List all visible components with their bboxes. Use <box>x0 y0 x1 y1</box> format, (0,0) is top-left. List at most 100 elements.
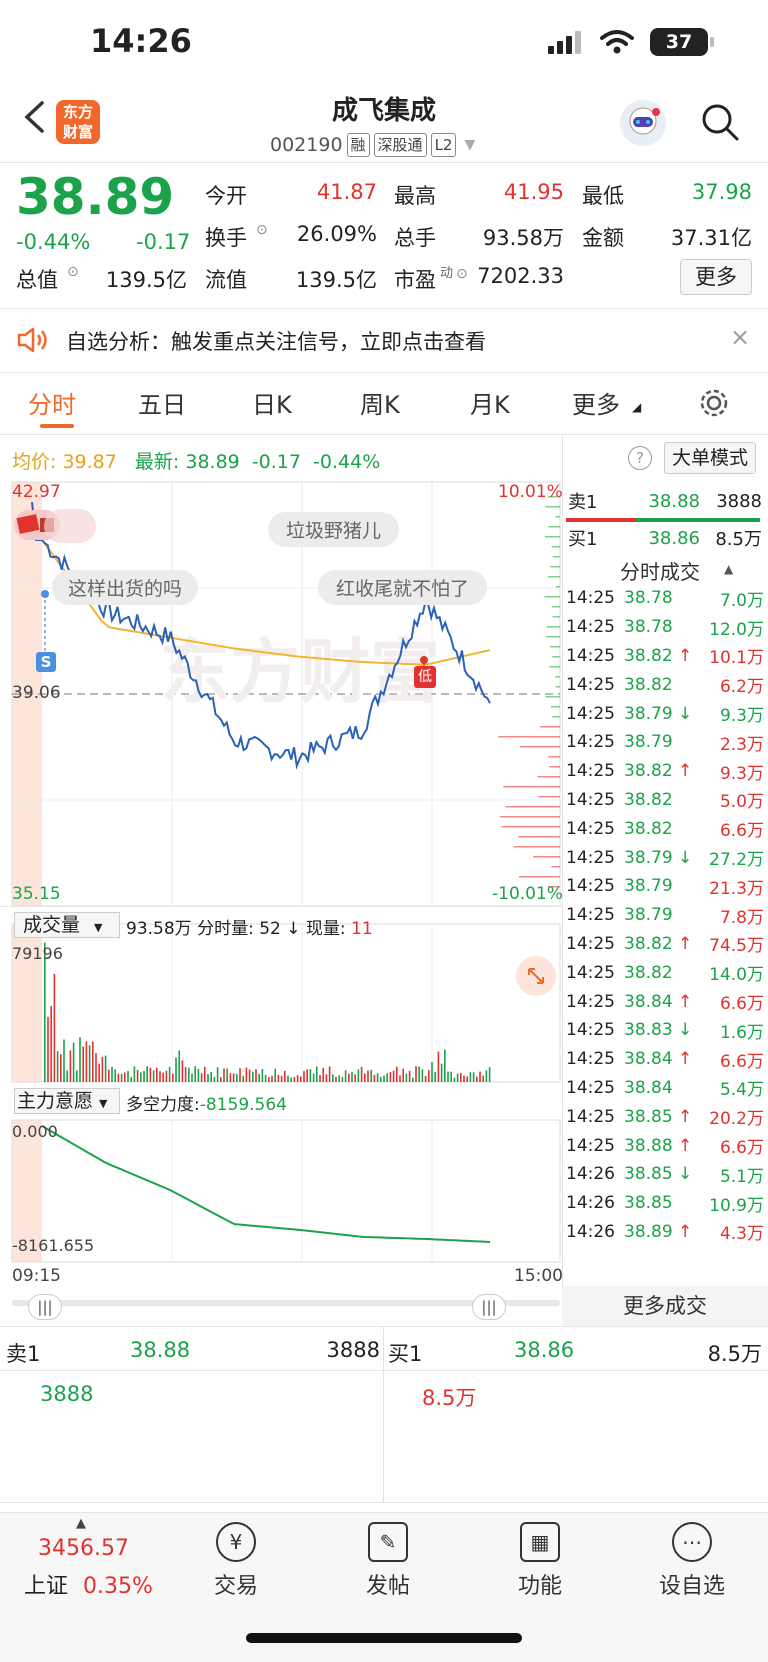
more-quote-button[interactable]: 更多 <box>680 259 752 295</box>
depth-bar <box>552 716 560 718</box>
comment-bubble[interactable]: 垃圾野猪儿 <box>268 512 400 547</box>
open-value: 41.87 <box>316 180 377 204</box>
index-row[interactable]: 上证 0.35% <box>24 1568 153 1600</box>
trade-price: 38.82 <box>624 761 673 782</box>
expand-icon[interactable] <box>516 956 556 996</box>
tab-daily-k[interactable]: 日K <box>252 385 292 420</box>
volume-bar <box>434 1071 436 1082</box>
volume-bar <box>136 1069 139 1082</box>
volume-bar <box>376 1073 379 1082</box>
index-value[interactable]: 3456.57 <box>38 1536 129 1561</box>
nav-functions[interactable]: ▦ 功能 <box>480 1522 600 1600</box>
change-pct: -0.44% <box>16 230 91 254</box>
volume-bar <box>50 1005 52 1082</box>
volume-bar <box>133 1066 136 1082</box>
volume-bar <box>431 1062 433 1082</box>
volume-bar <box>300 1076 302 1082</box>
volume-bar <box>280 1075 283 1082</box>
nav-post[interactable]: ✎ 发帖 <box>328 1522 448 1600</box>
volume-bar <box>402 1068 404 1082</box>
more-trades-button[interactable]: 更多成交 <box>562 1286 768 1326</box>
volume-bar <box>364 1073 366 1082</box>
tab-monthly-k[interactable]: 月K <box>470 385 510 420</box>
nav-add-watchlist[interactable]: ⋯ 设自选 <box>632 1522 752 1600</box>
trade-arrow: ↑ <box>678 991 693 1012</box>
info-icon[interactable]: ⊙ <box>256 222 268 238</box>
volume-bar <box>53 973 56 1082</box>
trade-time: 14:25 <box>566 1106 615 1127</box>
intraday-chart[interactable]: 东方财富 <box>0 436 562 1308</box>
tab-weekly-k[interactable]: 周K <box>360 385 400 420</box>
tab-intraday[interactable]: 分时 <box>28 385 76 420</box>
robot-assistant-icon[interactable] <box>620 100 666 146</box>
depth-bar <box>518 836 560 838</box>
comment-bubble[interactable]: 这样出货的吗 <box>52 570 199 605</box>
volume-bar <box>316 1066 318 1082</box>
tab-more[interactable]: 更多 <box>572 385 620 420</box>
volume-bar <box>88 1045 91 1082</box>
stock-subtitle[interactable]: 002190 融 深股通 L2 ▼ <box>270 133 475 157</box>
sell1-label: 卖1 <box>568 492 598 513</box>
volume-bar <box>69 1050 72 1082</box>
close-icon[interactable]: × <box>730 323 750 351</box>
tab-five-day[interactable]: 五日 <box>138 385 186 420</box>
signal-icon <box>548 31 581 54</box>
caret-down-icon: ▼ <box>464 137 476 153</box>
volume-bar <box>303 1071 305 1082</box>
time-start-label: 09:15 <box>12 1266 61 1286</box>
volume-bar <box>229 1073 232 1082</box>
sell-marker[interactable]: S <box>36 652 56 672</box>
trade-row: 14:25 38.85 ↑ 20.2万 <box>566 1102 764 1131</box>
volume-bar <box>488 1067 491 1082</box>
volume-stats: 93.58万 分时量: 52 ↓ 现量: 11 <box>126 914 373 939</box>
volume-bar <box>194 1066 196 1082</box>
volume-bar <box>255 1069 257 1082</box>
trade-arrow: ↑ <box>678 933 693 954</box>
range-handle-left[interactable]: ||| <box>28 1294 62 1320</box>
main-force-select[interactable]: 主力意愿 ▼ <box>14 1088 120 1114</box>
trade-arrow: ↑ <box>678 1049 693 1070</box>
trade-row: 14:25 38.79 ↓ 9.3万 <box>566 699 764 728</box>
trade-time: 14:26 <box>566 1221 615 1242</box>
volume-bar <box>472 1072 475 1082</box>
bottom-buy1-price: 38.86 <box>514 1338 575 1362</box>
buy1-price: 38.86 <box>648 527 700 549</box>
trade-row: 14:25 38.78 12.0万 <box>566 613 764 642</box>
volume-bar <box>207 1073 209 1082</box>
volume-bar <box>389 1072 392 1082</box>
volume-bar <box>338 1075 340 1082</box>
volume-indicator-select[interactable]: 成交量 ▼ <box>14 912 120 938</box>
info-icon[interactable]: ⊙ <box>456 266 468 282</box>
volume-bar <box>210 1071 212 1082</box>
comment-bubble[interactable]: 红收尾就不怕了 <box>318 570 488 605</box>
trade-volume: 27.2万 <box>709 850 764 871</box>
volume-label: 总手 <box>394 226 436 250</box>
volume-bar <box>213 1076 216 1082</box>
trade-time: 14:26 <box>566 1164 615 1185</box>
turnover-label: 换手 <box>205 226 247 250</box>
notice-bar[interactable]: 自选分析：触发重点关注信号，立即点击查看 × <box>0 310 768 370</box>
big-order-mode-button[interactable]: 大单模式 <box>664 442 756 474</box>
split-value: 52 <box>259 919 281 939</box>
trade-price: 38.79 <box>624 905 673 926</box>
notice-text: 自选分析：触发重点关注信号，立即点击查看 <box>66 330 486 354</box>
volume-bar <box>165 1070 168 1082</box>
range-handle-right[interactable]: ||| <box>472 1294 506 1320</box>
depth-bar <box>549 766 560 768</box>
bull-bear-label: 多空力度: <box>126 1095 200 1115</box>
trade-volume: 6.2万 <box>719 677 764 698</box>
trade-time: 14:25 <box>566 789 615 810</box>
volume-bar <box>354 1074 356 1082</box>
settings-icon[interactable] <box>698 387 730 419</box>
volume-indicator-label: 成交量 <box>23 914 81 936</box>
search-icon[interactable] <box>700 102 740 142</box>
help-icon[interactable]: ? <box>628 446 652 470</box>
nav-trade[interactable]: ¥ 交易 <box>176 1522 296 1600</box>
trade-row: 14:25 38.84 ↑ 6.6万 <box>566 1045 764 1074</box>
trade-price: 38.79 <box>624 847 673 868</box>
volume-bar <box>274 1068 276 1082</box>
info-icon[interactable]: ⊙ <box>67 264 79 280</box>
low-marker[interactable]: 低 <box>414 666 436 688</box>
volume-bar <box>200 1073 203 1082</box>
volume-bar <box>460 1072 462 1082</box>
